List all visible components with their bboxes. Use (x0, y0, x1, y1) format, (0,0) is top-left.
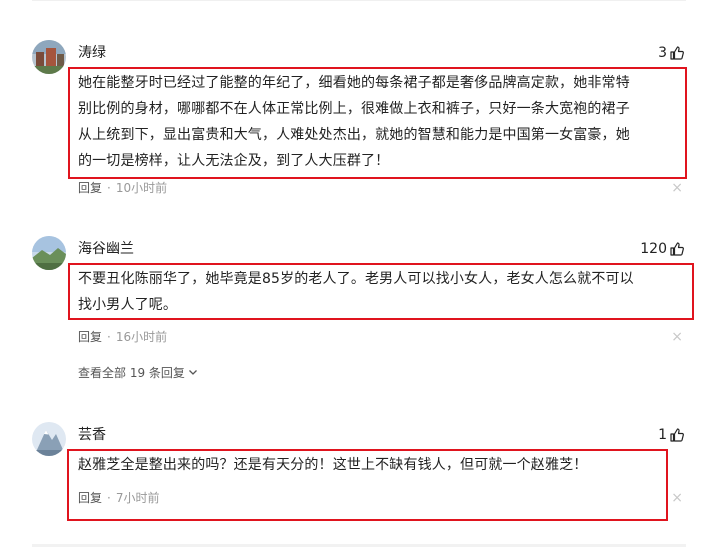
comment-time: 7小时前 (115, 491, 160, 505)
avatar[interactable] (32, 422, 66, 456)
comment-username[interactable]: 海谷幽兰 (78, 240, 134, 258)
thumbs-up-icon (669, 427, 685, 443)
view-all-replies-button[interactable]: 查看全部 19 条回复 (78, 365, 198, 381)
comment-username[interactable]: 芸香 (78, 426, 106, 444)
comment-text: 赵雅芝全是整出来的吗？还是有天分的！这世上不缺有钱人，但可就一个赵雅芝！ (78, 452, 587, 478)
reply-button[interactable]: 回复 (78, 491, 102, 505)
like-count: 120 (640, 241, 667, 257)
avatar[interactable] (32, 236, 66, 270)
thumbs-up-icon (669, 241, 685, 257)
comment-meta: 回复 · 10小时前 (78, 180, 167, 196)
comment-text-line: 别比例的身材，哪哪都不在人体正常比例上，很难做上衣和裤子，只好一条大宽袍的裙子 (78, 101, 630, 117)
comment-text-line: 她在能整牙时已经过了能整的年纪了，细看她的每条裙子都是奢侈品牌高定款，她非常特 (78, 75, 630, 91)
like-count: 1 (658, 427, 667, 443)
avatar[interactable] (32, 40, 66, 74)
comment-text-line: 的一切是榜样，让人无法企及，到了人大压群了！ (78, 153, 390, 169)
like-button[interactable]: 120 (640, 240, 685, 258)
reply-button[interactable]: 回复 (78, 181, 102, 195)
comment-text: 不要丑化陈丽华了，她毕竟是85岁的老人了。老男人可以找小女人，老女人怎么就不可以… (78, 266, 634, 318)
comment-time: 16小时前 (115, 330, 168, 344)
comment-meta: 回复 · 7小时前 (78, 490, 159, 506)
meta-separator: · (107, 181, 111, 195)
comment-meta: 回复 · 16小时前 (78, 329, 167, 345)
top-divider (32, 0, 686, 1)
like-button[interactable]: 3 (658, 44, 685, 62)
comment-time: 10小时前 (115, 181, 168, 195)
comment-text: 她在能整牙时已经过了能整的年纪了，细看她的每条裙子都是奢侈品牌高定款，她非常特 … (78, 70, 630, 174)
comment-text-line: 赵雅芝全是整出来的吗？还是有天分的！这世上不缺有钱人，但可就一个赵雅芝！ (78, 457, 588, 473)
close-icon[interactable]: × (671, 329, 683, 345)
like-count: 3 (658, 45, 667, 61)
comment-text-line: 不要丑化陈丽华了，她毕竟是85岁的老人了。老男人可以找小女人，老女人怎么就不可以 (78, 271, 634, 287)
avatar-image (32, 422, 66, 456)
view-all-replies-label: 查看全部 19 条回复 (78, 366, 185, 380)
comment-username[interactable]: 涛绿 (78, 44, 106, 62)
like-button[interactable]: 1 (658, 426, 685, 444)
chevron-down-icon (188, 365, 198, 381)
comment-text-line: 找小男人了呢。 (78, 297, 178, 313)
close-icon[interactable]: × (671, 490, 683, 506)
meta-separator: · (107, 330, 111, 344)
avatar-image (32, 236, 66, 270)
comment-text-line: 从上统到下，显出富贵和大气，人难处处杰出，就她的智慧和能力是中国第一女富豪，她 (78, 127, 630, 143)
meta-separator: · (107, 491, 111, 505)
thumbs-up-icon (669, 45, 685, 61)
reply-button[interactable]: 回复 (78, 330, 102, 344)
close-icon[interactable]: × (671, 180, 683, 196)
avatar-image (32, 40, 66, 74)
